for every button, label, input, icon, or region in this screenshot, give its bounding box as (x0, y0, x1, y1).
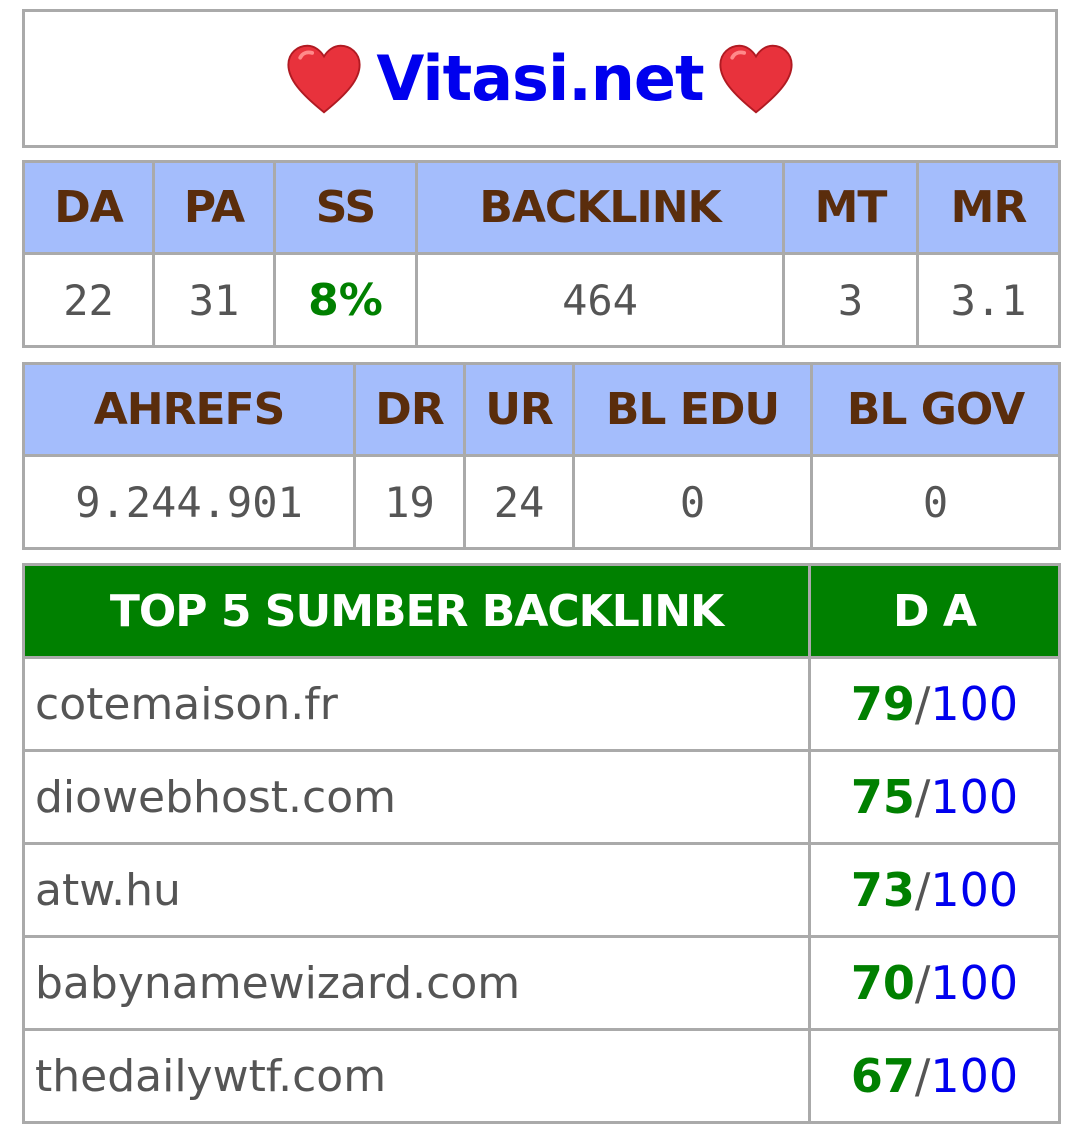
page-title[interactable]: Vitasi.net (376, 42, 704, 115)
table-row: thedailywtf.com 67/100 (22, 1028, 1061, 1124)
backlink-site: thedailywtf.com (22, 1028, 811, 1124)
da-separator: / (914, 677, 931, 731)
header-mr: MR (916, 160, 1061, 255)
header-ur: UR (463, 362, 575, 457)
ahrefs-metrics-table: AHREFS DR UR BL EDU BL GOV 9.244.901 19 … (22, 362, 1061, 550)
value-dr: 19 (353, 454, 466, 550)
value-mr: 3.1 (916, 252, 1061, 348)
da-value: 75 (850, 770, 915, 824)
value-bl-edu: 0 (572, 454, 813, 550)
da-max: 100 (930, 956, 1019, 1010)
backlink-da-score: 67/100 (808, 1028, 1061, 1124)
header-dr: DR (353, 362, 466, 457)
value-ur: 24 (463, 454, 575, 550)
header-ss: SS (273, 160, 418, 255)
da-separator: / (914, 1049, 931, 1103)
backlink-da-score: 70/100 (808, 935, 1061, 1031)
header-mt: MT (782, 160, 919, 255)
da-max: 100 (930, 677, 1019, 731)
value-ss: 8% (273, 252, 418, 348)
table-row: diowebhost.com 75/100 (22, 749, 1061, 845)
header-backlink: BACKLINK (415, 160, 785, 255)
da-value: 67 (850, 1049, 915, 1103)
header-bl-gov: BL GOV (810, 362, 1061, 457)
table-row: cotemaison.fr 79/100 (22, 656, 1061, 752)
backlink-site: babynamewizard.com (22, 935, 811, 1031)
value-mt: 3 (782, 252, 919, 348)
value-da: 22 (22, 252, 155, 348)
header-bl-edu: BL EDU (572, 362, 813, 457)
header-da: DA (22, 160, 155, 255)
table-row: atw.hu 73/100 (22, 842, 1061, 938)
da-separator: / (914, 956, 931, 1010)
header-pa: PA (152, 160, 276, 255)
backlink-site: cotemaison.fr (22, 656, 811, 752)
da-separator: / (914, 770, 931, 824)
heart-icon (719, 44, 793, 113)
da-value: 79 (850, 677, 915, 731)
backlink-site: diowebhost.com (22, 749, 811, 845)
da-value: 70 (850, 956, 915, 1010)
da-value: 73 (850, 863, 915, 917)
top-da-header: D A (808, 563, 1061, 659)
da-max: 100 (930, 770, 1019, 824)
backlink-da-score: 75/100 (808, 749, 1061, 845)
moz-metrics-table: DA PA SS BACKLINK MT MR 22 31 8% 464 3 3… (22, 160, 1061, 348)
header-ahrefs: AHREFS (22, 362, 356, 457)
table-row: babynamewizard.com 70/100 (22, 935, 1061, 1031)
da-max: 100 (930, 1049, 1019, 1103)
da-separator: / (914, 863, 931, 917)
value-backlink: 464 (415, 252, 785, 348)
value-pa: 31 (152, 252, 276, 348)
backlink-site: atw.hu (22, 842, 811, 938)
top-backlink-title: TOP 5 SUMBER BACKLINK (22, 563, 811, 659)
heart-icon (287, 44, 361, 113)
value-ahrefs: 9.244.901 (22, 454, 356, 550)
title-box: Vitasi.net (22, 9, 1058, 148)
backlink-da-score: 73/100 (808, 842, 1061, 938)
da-max: 100 (930, 863, 1019, 917)
backlink-da-score: 79/100 (808, 656, 1061, 752)
value-bl-gov: 0 (810, 454, 1061, 550)
top-backlink-table: TOP 5 SUMBER BACKLINK D A cotemaison.fr … (22, 563, 1061, 1124)
